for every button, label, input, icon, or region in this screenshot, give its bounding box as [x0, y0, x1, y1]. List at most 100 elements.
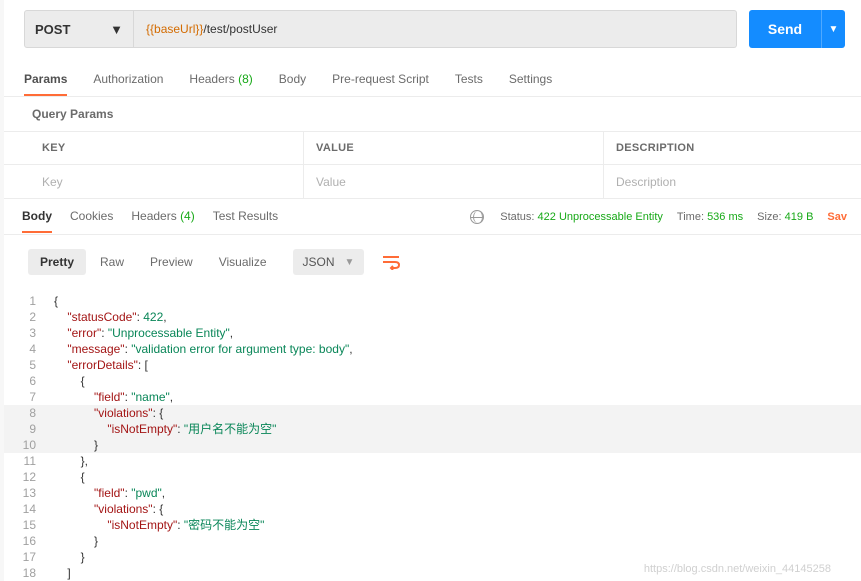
line-number: 12	[4, 469, 54, 485]
code-line: 12 {	[4, 469, 861, 485]
body-view-controls: Pretty Raw Preview Visualize JSON ▼	[4, 235, 861, 289]
col-header-desc: DESCRIPTION	[604, 132, 861, 164]
send-group: Send ▼	[749, 10, 845, 48]
tab-prerequest[interactable]: Pre-request Script	[332, 72, 429, 96]
tab-headers-label: Headers	[189, 72, 238, 86]
send-dropdown[interactable]: ▼	[821, 10, 845, 48]
code-line: 6 {	[4, 373, 861, 389]
code-content[interactable]: "isNotEmpty": "用户名不能为空"	[54, 421, 276, 437]
size-value: 419 B	[785, 211, 814, 223]
line-number: 3	[4, 325, 54, 341]
code-content[interactable]: {	[54, 469, 85, 485]
code-line: 14 "violations": {	[4, 501, 861, 517]
line-number: 17	[4, 549, 54, 565]
send-button[interactable]: Send	[749, 10, 821, 48]
line-number: 14	[4, 501, 54, 517]
tab-body[interactable]: Body	[279, 72, 306, 96]
url-variable: {{baseUrl}}	[146, 22, 203, 36]
time-group[interactable]: Time: 536 ms	[677, 211, 743, 223]
code-content[interactable]: "statusCode": 422,	[54, 309, 167, 325]
response-tabs: Body Cookies Headers (4) Test Results	[22, 209, 278, 224]
code-content[interactable]: },	[54, 453, 88, 469]
tab-headers[interactable]: Headers (8)	[189, 72, 252, 96]
line-number: 8	[4, 405, 54, 421]
line-number: 11	[4, 453, 54, 469]
code-content[interactable]: "isNotEmpty": "密码不能为空"	[54, 517, 264, 533]
code-content[interactable]: {	[54, 293, 58, 309]
status-group[interactable]: Status: 422 Unprocessable Entity	[500, 211, 663, 223]
code-line: 15 "isNotEmpty": "密码不能为空"	[4, 517, 861, 533]
globe-icon[interactable]	[470, 210, 484, 224]
code-line: 13 "field": "pwd",	[4, 485, 861, 501]
line-number: 7	[4, 389, 54, 405]
code-content[interactable]: "message": "validation error for argumen…	[54, 341, 353, 357]
code-content[interactable]: "field": "name",	[54, 389, 173, 405]
request-tabs: Params Authorization Headers (8) Body Pr…	[4, 58, 861, 97]
code-line: 16 }	[4, 533, 861, 549]
chevron-down-icon: ▼	[110, 22, 123, 37]
watermark: https://blog.csdn.net/weixin_44145258	[644, 563, 831, 575]
code-line: 3 "error": "Unprocessable Entity",	[4, 325, 861, 341]
code-content[interactable]: "field": "pwd",	[54, 485, 165, 501]
wrap-lines-icon[interactable]	[374, 247, 408, 277]
view-tab-pretty[interactable]: Pretty	[28, 249, 86, 275]
response-body[interactable]: 1{2 "statusCode": 422,3 "error": "Unproc…	[4, 289, 861, 581]
code-content[interactable]: {	[54, 373, 85, 389]
kv-header: KEY VALUE DESCRIPTION	[4, 131, 861, 165]
url-input[interactable]: {{baseUrl}}/test/postUser	[134, 10, 737, 48]
code-content[interactable]: }	[54, 533, 98, 549]
col-header-value: VALUE	[304, 132, 604, 164]
code-content[interactable]: "error": "Unprocessable Entity",	[54, 325, 233, 341]
code-line: 10 }	[4, 437, 861, 453]
value-input[interactable]: Value	[304, 165, 604, 198]
url-path: /test/postUser	[203, 22, 277, 36]
http-method-value: POST	[35, 22, 70, 37]
tab-tests[interactable]: Tests	[455, 72, 483, 96]
code-line: 4 "message": "validation error for argum…	[4, 341, 861, 357]
kv-row[interactable]: Key Value Description	[4, 165, 861, 199]
resp-tab-headers-count: (4)	[180, 209, 195, 223]
view-tab-raw[interactable]: Raw	[88, 249, 136, 275]
code-line: 1{	[4, 293, 861, 309]
save-response-link[interactable]: Sav	[827, 211, 847, 223]
view-tab-preview[interactable]: Preview	[138, 249, 205, 275]
resp-tab-body[interactable]: Body	[22, 209, 52, 233]
time-value: 536 ms	[707, 211, 743, 223]
line-number: 10	[4, 437, 54, 453]
resp-tab-headers[interactable]: Headers (4)	[131, 209, 194, 224]
status-label: Status:	[500, 211, 534, 223]
line-number: 2	[4, 309, 54, 325]
code-content[interactable]: "violations": {	[54, 405, 163, 421]
format-select[interactable]: JSON ▼	[293, 249, 365, 275]
code-content[interactable]: ]	[54, 565, 71, 581]
resp-tab-headers-label: Headers	[131, 209, 180, 223]
line-number: 1	[4, 293, 54, 309]
tab-authorization[interactable]: Authorization	[93, 72, 163, 96]
time-label: Time:	[677, 211, 704, 223]
format-value: JSON	[303, 255, 335, 269]
tab-settings[interactable]: Settings	[509, 72, 552, 96]
line-number: 6	[4, 373, 54, 389]
resp-tab-cookies[interactable]: Cookies	[70, 209, 113, 224]
line-number: 9	[4, 421, 54, 437]
code-content[interactable]: }	[54, 549, 85, 565]
view-tab-visualize[interactable]: Visualize	[207, 249, 279, 275]
code-line: 7 "field": "name",	[4, 389, 861, 405]
code-content[interactable]: "errorDetails": [	[54, 357, 148, 373]
code-line: 2 "statusCode": 422,	[4, 309, 861, 325]
size-group[interactable]: Size: 419 B	[757, 211, 813, 223]
code-line: 5 "errorDetails": [	[4, 357, 861, 373]
http-method-select[interactable]: POST ▼	[24, 10, 134, 48]
code-content[interactable]: }	[54, 437, 98, 453]
desc-input[interactable]: Description	[604, 165, 861, 198]
tab-params[interactable]: Params	[24, 72, 67, 96]
request-bar: POST ▼ {{baseUrl}}/test/postUser Send ▼	[4, 0, 861, 58]
response-status-area: Status: 422 Unprocessable Entity Time: 5…	[470, 210, 847, 224]
tab-headers-count: (8)	[238, 72, 253, 86]
resp-tab-testresults[interactable]: Test Results	[213, 209, 278, 224]
line-number: 4	[4, 341, 54, 357]
line-number: 5	[4, 357, 54, 373]
chevron-down-icon: ▼	[345, 257, 355, 268]
code-content[interactable]: "violations": {	[54, 501, 163, 517]
key-input[interactable]: Key	[4, 165, 304, 198]
